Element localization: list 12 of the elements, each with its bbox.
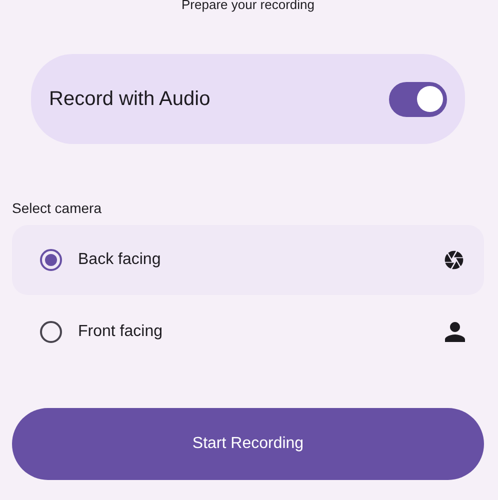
- radio-button[interactable]: [40, 249, 62, 271]
- option-label: Back facing: [78, 251, 162, 269]
- camera-option[interactable]: Front facing: [12, 297, 484, 367]
- person-icon: [445, 322, 465, 342]
- section-heading: Select camera: [12, 200, 102, 216]
- audio-label: Record with Audio: [49, 88, 210, 110]
- option-label: Front facing: [78, 323, 164, 341]
- audio-switch[interactable]: [389, 82, 447, 116]
- camera-option[interactable]: Back facing: [12, 225, 484, 295]
- aperture-icon: [443, 249, 465, 271]
- radio-button[interactable]: [40, 321, 62, 343]
- start-recording-button[interactable]: Start Recording: [12, 408, 484, 480]
